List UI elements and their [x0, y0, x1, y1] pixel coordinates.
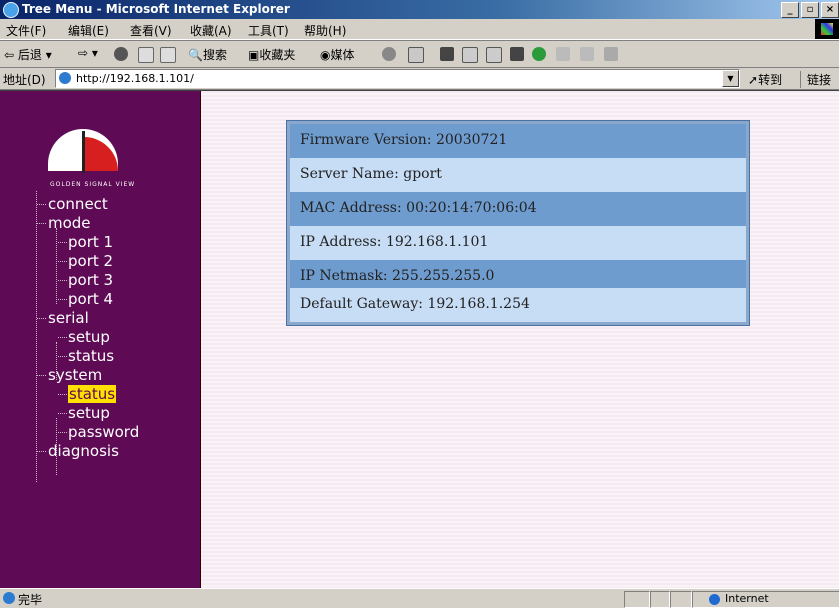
tree-item-serial-setup[interactable]: setup	[58, 328, 110, 347]
tree-item-system[interactable]: system	[37, 366, 102, 385]
tree-item-port-4[interactable]: port 4	[58, 290, 113, 309]
device-info-table: Firmware Version: 20030721 Server Name: …	[286, 120, 750, 326]
page-icon	[59, 72, 71, 84]
ie-logo-icon	[3, 2, 19, 18]
edit-icon[interactable]	[462, 47, 478, 63]
info-row-firmware: Firmware Version: 20030721	[290, 124, 746, 158]
company-logo	[48, 129, 120, 177]
tree-item-port-3[interactable]: port 3	[58, 271, 113, 290]
security-zone: Internet	[692, 591, 839, 608]
tree-item-connect[interactable]: connect	[37, 195, 108, 214]
menu-file[interactable]: 文件(F)	[6, 22, 46, 39]
menu-favorites[interactable]: 收藏(A)	[190, 22, 232, 39]
maximize-button[interactable]: ▫	[801, 2, 819, 18]
info-row-ip: IP Address: 192.168.1.101	[290, 226, 746, 260]
forward-button[interactable]: ⇨ ▾	[78, 46, 98, 60]
menu-help[interactable]: 帮助(H)	[304, 22, 346, 39]
windows-logo-icon	[815, 19, 839, 39]
address-input[interactable]: http://192.168.1.101/	[55, 69, 740, 88]
address-label: 地址(D)	[3, 73, 46, 87]
history-icon[interactable]	[382, 47, 396, 61]
info-row-mac: MAC Address: 00:20:14:70:06:04	[290, 192, 746, 226]
status-panel: Firmware Version: 20030721 Server Name: …	[201, 91, 839, 588]
tree-item-mode[interactable]: mode	[37, 214, 91, 233]
home-icon[interactable]	[160, 47, 176, 63]
back-button[interactable]: ⇦ 后退 ▾	[4, 46, 52, 63]
tool-icon[interactable]	[556, 47, 570, 61]
status-text: 完毕	[18, 593, 43, 607]
page-done-icon	[3, 592, 15, 604]
minimize-button[interactable]: _	[781, 2, 799, 18]
tree-item-password[interactable]: password	[58, 423, 139, 442]
info-row-server-name: Server Name: gport	[290, 158, 746, 192]
standard-toolbar: ⇦ 后退 ▾ ⇨ ▾ 🔍搜索 ▣收藏夹 ◉媒体	[0, 40, 839, 68]
refresh-icon[interactable]	[138, 47, 154, 63]
tree-item-port-1[interactable]: port 1	[58, 233, 113, 252]
tree-item-serial-status[interactable]: status	[58, 347, 114, 366]
media-button[interactable]: ◉媒体	[320, 46, 355, 63]
tree-menu-sidebar: GOLDEN SIGNAL VIEW connect mode port 1 p…	[0, 91, 201, 588]
page-content: GOLDEN SIGNAL VIEW connect mode port 1 p…	[0, 90, 839, 588]
messenger-icon[interactable]	[510, 47, 524, 61]
window-title: Tree Menu - Microsoft Internet Explorer	[22, 2, 290, 16]
menu-tools[interactable]: 工具(T)	[248, 22, 289, 39]
tree-item-system-status[interactable]: status	[58, 385, 117, 404]
globe-icon[interactable]	[532, 47, 546, 61]
go-button[interactable]: ➚转到	[748, 71, 782, 88]
user-icon[interactable]	[604, 47, 618, 61]
mail-icon[interactable]	[408, 47, 424, 63]
search-button[interactable]: 🔍搜索	[188, 46, 227, 63]
window-titlebar: Tree Menu - Microsoft Internet Explorer …	[0, 0, 839, 19]
tree-item-diagnosis[interactable]: diagnosis	[37, 442, 119, 461]
menu-view[interactable]: 查看(V)	[130, 22, 172, 39]
address-url[interactable]: http://192.168.1.101/	[76, 72, 194, 85]
logo-text: GOLDEN SIGNAL VIEW	[50, 181, 136, 188]
internet-zone-icon	[709, 594, 720, 605]
links-button[interactable]: 链接	[800, 71, 831, 88]
status-bar: 完毕 Internet	[0, 588, 839, 608]
favorites-button[interactable]: ▣收藏夹	[248, 46, 295, 63]
zone-label: Internet	[725, 592, 769, 605]
address-bar: 地址(D) http://192.168.1.101/ ▼ ➚转到 链接	[0, 67, 839, 90]
print-icon[interactable]	[440, 47, 454, 61]
menu-edit[interactable]: 编辑(E)	[68, 22, 109, 39]
tree-item-system-setup[interactable]: setup	[58, 404, 110, 423]
close-button[interactable]: ×	[821, 2, 839, 18]
stop-icon[interactable]	[114, 47, 128, 61]
tree-item-serial[interactable]: serial	[37, 309, 89, 328]
address-dropdown-button[interactable]: ▼	[722, 70, 739, 87]
window-controls: _ ▫ ×	[781, 2, 839, 18]
menu-bar: 文件(F) 编辑(E) 查看(V) 收藏(A) 工具(T) 帮助(H)	[0, 19, 839, 40]
research-icon[interactable]	[580, 47, 594, 61]
discuss-icon[interactable]	[486, 47, 502, 63]
info-row-gateway: Default Gateway: 192.168.1.254	[290, 288, 746, 322]
tree-item-port-2[interactable]: port 2	[58, 252, 113, 271]
